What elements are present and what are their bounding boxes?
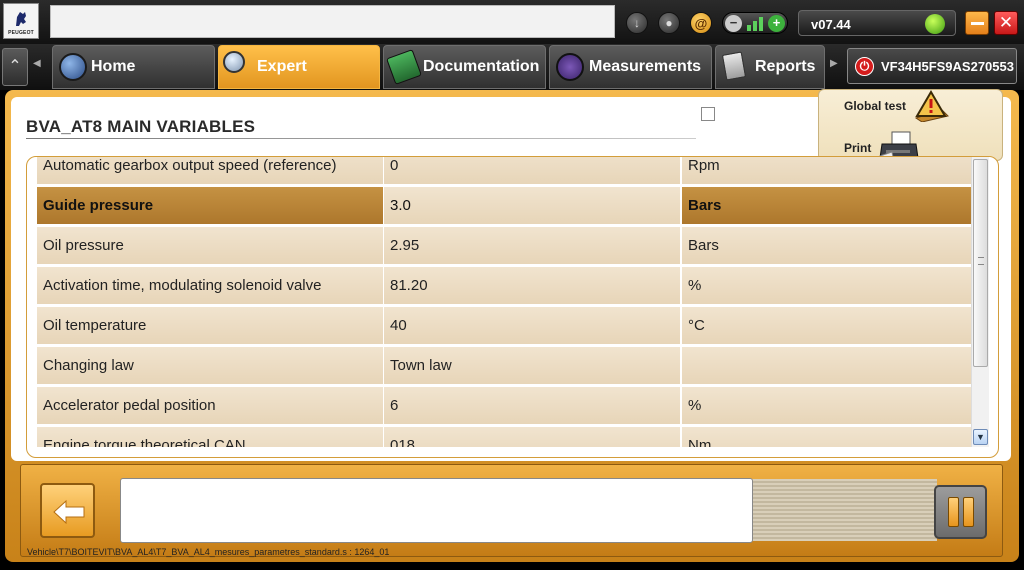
message-box bbox=[120, 478, 753, 543]
variable-name: Oil temperature bbox=[37, 307, 383, 344]
variable-unit bbox=[682, 347, 972, 384]
tab-documentation[interactable]: Documentation bbox=[383, 45, 546, 89]
power-icon: ⏻ bbox=[855, 57, 874, 76]
minimize-button[interactable] bbox=[965, 11, 989, 35]
variable-unit: % bbox=[682, 387, 972, 424]
variable-name: Guide pressure bbox=[37, 187, 383, 224]
variable-unit: Bars bbox=[682, 227, 972, 264]
pause-button[interactable] bbox=[934, 485, 987, 539]
nav-up-button[interactable]: ⌃ bbox=[2, 48, 28, 86]
nav-bar: ⌃ ◀ Home Expert Documentation Measuremen… bbox=[0, 44, 1024, 90]
warning-icon[interactable] bbox=[912, 90, 952, 122]
lion-icon bbox=[16, 12, 26, 26]
download-icon[interactable]: ↓ bbox=[626, 12, 648, 34]
variable-value: 3.0 bbox=[384, 187, 680, 224]
network-status-icon bbox=[925, 14, 945, 34]
variable-value: 6 bbox=[384, 387, 680, 424]
table-row[interactable]: Automatic gearbox output speed (referenc… bbox=[37, 157, 972, 184]
variable-value: 2.95 bbox=[384, 227, 680, 264]
variable-value: Town law bbox=[384, 347, 680, 384]
page-title: BVA_AT8 MAIN VARIABLES bbox=[26, 117, 256, 136]
volume-minus-button[interactable]: − bbox=[725, 15, 742, 32]
tab-expert[interactable]: Expert bbox=[218, 45, 380, 89]
tab-label: Reports bbox=[755, 58, 816, 75]
document-icon bbox=[721, 51, 747, 81]
table-row-selected[interactable]: Guide pressure 3.0 Bars bbox=[37, 187, 972, 224]
tab-home[interactable]: Home bbox=[52, 45, 215, 89]
tab-label: Expert bbox=[257, 58, 307, 75]
variable-unit: Nm bbox=[682, 427, 972, 447]
version-label: v07.44 bbox=[811, 17, 851, 32]
variable-unit: °C bbox=[682, 307, 972, 344]
vin-label: VF34H5FS9AS270553 bbox=[881, 59, 1014, 74]
version-box: v07.44 bbox=[798, 10, 956, 36]
volume-control[interactable]: − + bbox=[722, 12, 788, 34]
globe-icon bbox=[59, 53, 87, 81]
tab-label: Measurements bbox=[589, 58, 702, 75]
table-row[interactable]: Oil temperature 40 °C bbox=[37, 307, 972, 344]
brand-label: PEUGEOT bbox=[8, 30, 34, 36]
bottom-decor bbox=[752, 479, 937, 541]
table-viewport[interactable]: Automatic gearbox output speed (referenc… bbox=[37, 157, 972, 447]
volume-level-icon bbox=[747, 17, 765, 31]
nav-scroll-right-icon[interactable]: ▶ bbox=[830, 58, 838, 69]
variable-unit: Rpm bbox=[682, 157, 972, 184]
table-row[interactable]: Oil pressure 2.95 Bars bbox=[37, 227, 972, 264]
variable-unit: Bars bbox=[682, 187, 972, 224]
tab-measurements[interactable]: Measurements bbox=[549, 45, 712, 89]
variable-name: Automatic gearbox output speed (referenc… bbox=[37, 157, 383, 184]
pause-bar-icon bbox=[948, 497, 959, 527]
variable-name: Changing law bbox=[37, 347, 383, 384]
address-bar[interactable] bbox=[50, 5, 615, 38]
variable-name: Activation time, modulating solenoid val… bbox=[37, 267, 383, 304]
book-icon bbox=[386, 49, 422, 85]
volume-plus-button[interactable]: + bbox=[768, 15, 785, 32]
variable-value: 018 bbox=[384, 427, 680, 447]
variable-value: 0 bbox=[384, 157, 680, 184]
expand-checkbox[interactable] bbox=[701, 107, 715, 121]
table-row[interactable]: Changing law Town law bbox=[37, 347, 972, 384]
tab-label: Documentation bbox=[423, 58, 540, 75]
table-row[interactable]: Engine torque theoretical CAN 018 Nm bbox=[37, 427, 972, 447]
variable-unit: % bbox=[682, 267, 972, 304]
table-scrollbar[interactable]: ▼ bbox=[971, 157, 989, 447]
global-test-button[interactable]: Global test bbox=[844, 99, 906, 113]
arrow-left-icon bbox=[53, 499, 85, 525]
tab-label: Home bbox=[91, 58, 136, 75]
script-path-label: Vehicle\T7\BOITEVIT\BVA_AL4\T7_BVA_AL4_m… bbox=[27, 547, 390, 557]
tab-reports[interactable]: Reports bbox=[715, 45, 825, 89]
print-button[interactable]: Print bbox=[844, 141, 871, 155]
close-button[interactable]: ✕ bbox=[994, 11, 1018, 35]
user-icon[interactable]: ● bbox=[658, 12, 680, 34]
grip-icon bbox=[978, 257, 984, 265]
peugeot-logo: PEUGEOT bbox=[3, 3, 39, 39]
variable-name: Oil pressure bbox=[37, 227, 383, 264]
at-icon[interactable]: @ bbox=[690, 12, 712, 34]
top-bar: PEUGEOT ↓ ● @ − + v07.44 ✕ bbox=[0, 0, 1024, 44]
table-row[interactable]: Activation time, modulating solenoid val… bbox=[37, 267, 972, 304]
waveform-icon bbox=[556, 53, 584, 81]
scroll-down-button[interactable]: ▼ bbox=[973, 429, 988, 445]
pause-bar-icon bbox=[963, 497, 974, 527]
magnifier-icon bbox=[223, 51, 245, 73]
vin-button[interactable]: ⏻ VF34H5FS9AS270553 bbox=[847, 48, 1017, 84]
variable-value: 81.20 bbox=[384, 267, 680, 304]
scrollbar-thumb[interactable] bbox=[973, 159, 988, 367]
back-button[interactable] bbox=[40, 483, 95, 538]
variable-name: Accelerator pedal position bbox=[37, 387, 383, 424]
nav-scroll-left-icon[interactable]: ◀ bbox=[33, 58, 41, 69]
variables-table: Automatic gearbox output speed (referenc… bbox=[26, 156, 999, 458]
title-divider bbox=[26, 138, 696, 139]
variable-name: Engine torque theoretical CAN bbox=[37, 427, 383, 447]
table-row[interactable]: Accelerator pedal position 6 % bbox=[37, 387, 972, 424]
variable-value: 40 bbox=[384, 307, 680, 344]
